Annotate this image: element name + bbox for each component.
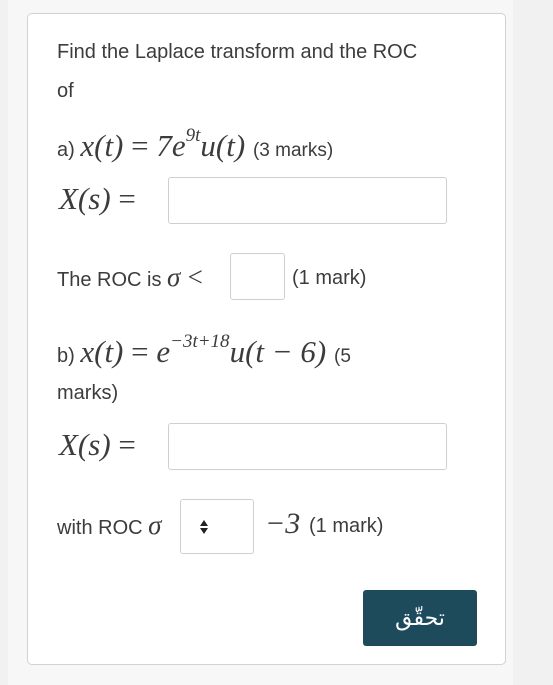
- part-b-formula: x(t) = e−3t+18u(t − 6): [80, 330, 327, 369]
- part-b-xs-label: X(s) =: [59, 427, 136, 462]
- part-b-marks-continued: marks): [57, 382, 119, 404]
- sigma-symbol: σ: [167, 262, 181, 292]
- part-b-label: b): [57, 345, 75, 367]
- right-margin: [513, 0, 553, 685]
- check-button[interactable]: تحقّق: [363, 590, 477, 646]
- part-a-formula: x(t) = 7e9tu(t): [80, 124, 246, 163]
- left-margin: [0, 0, 8, 685]
- question-prompt: Find the Laplace transform and the ROC: [57, 41, 418, 63]
- part-b-equation: b) x(t) = e−3t+18u(t − 6) (5: [57, 330, 351, 370]
- part-a-roc-marks: (1 mark): [292, 267, 367, 289]
- part-b-roc-value: −3: [265, 507, 301, 540]
- part-a-xs-label: X(s) =: [59, 181, 136, 216]
- part-b-marks: (5: [334, 346, 351, 367]
- check-button-label: تحقّق: [395, 605, 445, 631]
- part-a-equation: a) x(t) = 7e9tu(t) (3 marks): [57, 124, 334, 164]
- sigma-symbol: σ: [148, 510, 162, 540]
- part-a-roc-input[interactable]: [230, 253, 285, 300]
- part-b-roc-marks: (1 mark): [309, 515, 384, 537]
- question-prompt-continued: of: [57, 80, 74, 102]
- part-a-label: a): [57, 139, 75, 161]
- up-down-arrows-icon: [199, 518, 209, 536]
- part-a-xs-input[interactable]: [168, 177, 447, 224]
- part-b-xs-input[interactable]: [168, 423, 447, 470]
- less-than-symbol: <: [185, 262, 205, 292]
- part-a-roc-prefix: The ROC is σ <: [57, 262, 205, 292]
- part-b-roc-select[interactable]: [180, 499, 254, 554]
- part-b-roc-prefix: with ROC σ: [57, 510, 162, 540]
- part-a-marks: (3 marks): [252, 140, 334, 161]
